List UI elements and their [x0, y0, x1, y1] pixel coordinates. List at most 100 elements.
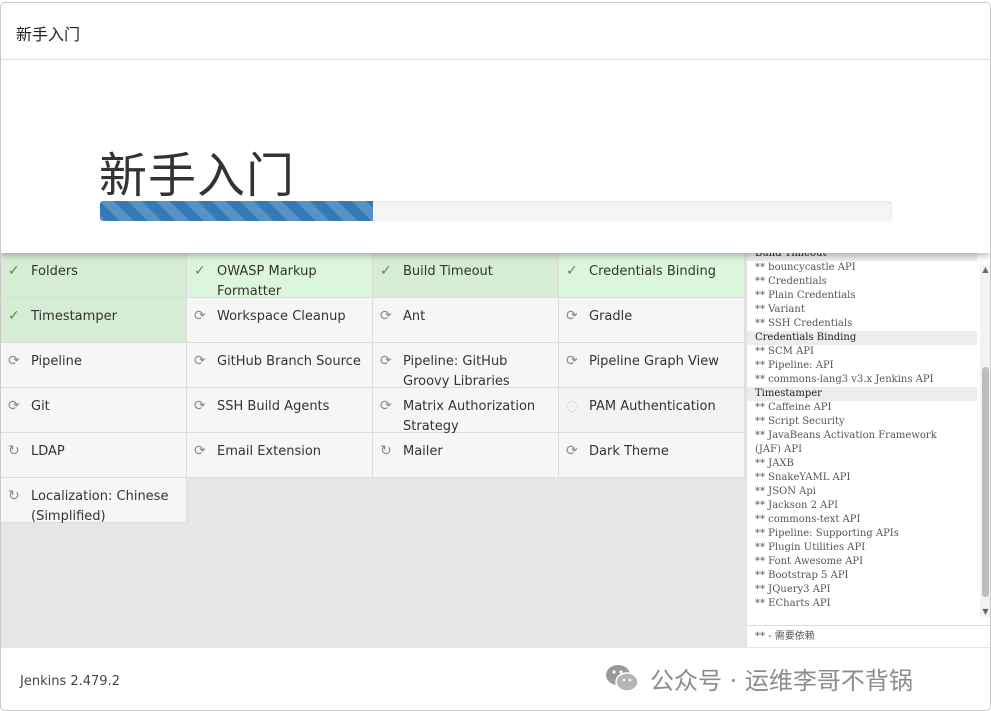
plugin-item: ⟳ Pipeline Graph View [559, 343, 745, 388]
install-progress-bar [100, 201, 892, 221]
check-icon: ✓ [566, 263, 578, 279]
plugin-install-area: ✓ Folders ✓ OWASP Markup Formatter ✓ Build Ti… [1, 253, 746, 647]
footer: Jenkins 2.479.2 公众号 · 运维李哥不背锅 [1, 647, 990, 710]
title-bar: 新手入门 [1, 3, 990, 60]
log-line: ** Plugin Utilities API [755, 542, 866, 553]
plugin-name: Matrix Authorization Strategy [403, 399, 536, 434]
plugin-item: ⟳ GitHub Branch Source [187, 343, 373, 388]
log-line: ** Font Awesome API [755, 556, 864, 567]
plugin-grid: ✓ Folders ✓ OWASP Markup Formatter ✓ Build Ti… [1, 253, 745, 524]
plugin-item: ✓ Build Timeout [373, 253, 559, 298]
retry-icon: ↻ [380, 443, 392, 459]
plugin-item: ⟳ SSH Build Agents [187, 388, 373, 433]
log-line: ** JSON Api [755, 486, 816, 497]
log-line: ** JAXB [755, 458, 794, 469]
plugin-name: OWASP Markup Formatter [217, 264, 317, 299]
plugin-item: ↻ LDAP [1, 433, 187, 478]
progress-header: 新手入门 [1, 60, 990, 253]
wechat-icon [606, 665, 639, 692]
plugin-name: Gradle [589, 309, 633, 324]
plugin-item: ⟳ Ant [373, 298, 559, 343]
refresh-icon: ⟳ [566, 308, 578, 324]
log-line: ** SnakeYAML API [755, 472, 851, 483]
plugin-item: ✓ Credentials Binding [559, 253, 745, 298]
spinner-icon: ◌ [566, 398, 579, 414]
retry-icon: ↻ [8, 488, 20, 504]
plugin-item: ⟳ Matrix Authorization Strategy [373, 388, 559, 434]
plugin-item: ✓ OWASP Markup Formatter [187, 253, 373, 299]
install-progress-fill [100, 201, 374, 221]
refresh-icon: ⟳ [380, 308, 392, 324]
refresh-icon: ⟳ [194, 443, 206, 459]
plugin-name: Pipeline [31, 354, 82, 369]
retry-icon: ↻ [8, 443, 20, 459]
plugin-name: Folders [31, 264, 78, 279]
scroll-up-icon[interactable]: ▲ [980, 265, 990, 275]
plugin-item: ↻ Localization: Chinese (Simplified) [1, 478, 187, 524]
plugin-item: ↻ Mailer [373, 433, 559, 478]
refresh-icon: ⟳ [194, 308, 206, 324]
log-line: ** Jackson 2 API [755, 500, 839, 511]
scroll-down-icon[interactable]: ▼ [980, 607, 990, 617]
log-line: ** Variant [755, 304, 805, 315]
setup-wizard-dialog: 新手入门 新手入门 ✓ Folders ✓ OWASP Markup Formatte… [0, 2, 991, 711]
log-line: ** Pipeline: Supporting APIs [755, 528, 899, 539]
log-line: ** Credentials [755, 276, 827, 287]
check-icon: ✓ [194, 263, 206, 279]
refresh-icon: ⟳ [380, 353, 392, 369]
install-log: Build Timeout ** bouncycastle API ** Crede… [747, 253, 977, 611]
plugin-name: Credentials Binding [589, 264, 716, 279]
plugin-name: Dark Theme [589, 444, 669, 459]
log-line: ** ECharts API [755, 598, 831, 609]
window-title: 新手入门 [16, 25, 81, 44]
log-scrollbar[interactable]: ▲ ▼ [980, 265, 990, 617]
log-line: ** Bootstrap 5 API [755, 570, 849, 581]
refresh-icon: ⟳ [194, 398, 206, 414]
install-log-panel[interactable]: Build Timeout ** bouncycastle API ** Crede… [746, 253, 990, 629]
refresh-icon: ⟳ [8, 353, 20, 369]
plugin-name: Workspace Cleanup [217, 309, 346, 324]
check-icon: ✓ [380, 263, 392, 279]
plugin-name: Git [31, 399, 50, 414]
plugin-name: SSH Build Agents [217, 399, 330, 414]
plugin-item: ◌ PAM Authentication [559, 388, 745, 433]
plugin-item: ⟳ Workspace Cleanup [187, 298, 373, 343]
log-line: ** SSH Credentials [755, 318, 853, 329]
log-line: ** bouncycastle API [755, 262, 856, 273]
plugin-item: ⟳ Dark Theme [559, 433, 745, 478]
plugin-name: Mailer [403, 444, 443, 459]
plugin-item: ⟳ Pipeline: GitHub Groovy Libraries [373, 343, 559, 389]
log-line: ** commons-text API [755, 514, 861, 525]
plugin-name: Email Extension [217, 444, 322, 459]
refresh-icon: ⟳ [380, 398, 392, 414]
log-line: ** Pipeline: API [755, 360, 834, 371]
plugin-name: Localization: Chinese (Simplified) [31, 489, 169, 524]
plugin-name: Pipeline Graph View [589, 354, 719, 369]
dependency-legend: ** - 需要依赖 [746, 625, 990, 647]
jenkins-version: Jenkins 2.479.2 [20, 674, 120, 689]
log-section-header: Credentials Binding [747, 331, 977, 345]
log-line: ** JavaBeans Activation Framework [755, 430, 937, 441]
plugin-name: Ant [403, 309, 426, 324]
page-title: 新手入门 [99, 148, 296, 204]
log-section-header: Build Timeout [747, 253, 977, 261]
log-line: ** SCM API [755, 346, 814, 357]
plugin-name: Timestamper [31, 309, 117, 324]
scrollbar-thumb[interactable] [982, 367, 989, 597]
plugin-item: ⟳ Pipeline [1, 343, 187, 388]
log-line: ** Plain Credentials [755, 290, 856, 301]
refresh-icon: ⟳ [566, 443, 578, 459]
log-section-header: Timestamper [747, 387, 977, 401]
plugin-name: Build Timeout [403, 264, 493, 279]
plugin-name: PAM Authentication [589, 399, 716, 414]
log-line: (JAF) API [755, 444, 803, 455]
check-icon: ✓ [8, 263, 20, 279]
plugin-item: ⟳ Email Extension [187, 433, 373, 478]
refresh-icon: ⟳ [8, 398, 20, 414]
plugin-item: ⟳ Gradle [559, 298, 745, 343]
plugin-item: ✓ Folders [1, 253, 187, 298]
plugin-name: Pipeline: GitHub Groovy Libraries [403, 354, 510, 389]
plugin-item: ✓ Timestamper [1, 298, 187, 343]
plugin-item: ⟳ Git [1, 388, 187, 433]
refresh-icon: ⟳ [566, 353, 578, 369]
